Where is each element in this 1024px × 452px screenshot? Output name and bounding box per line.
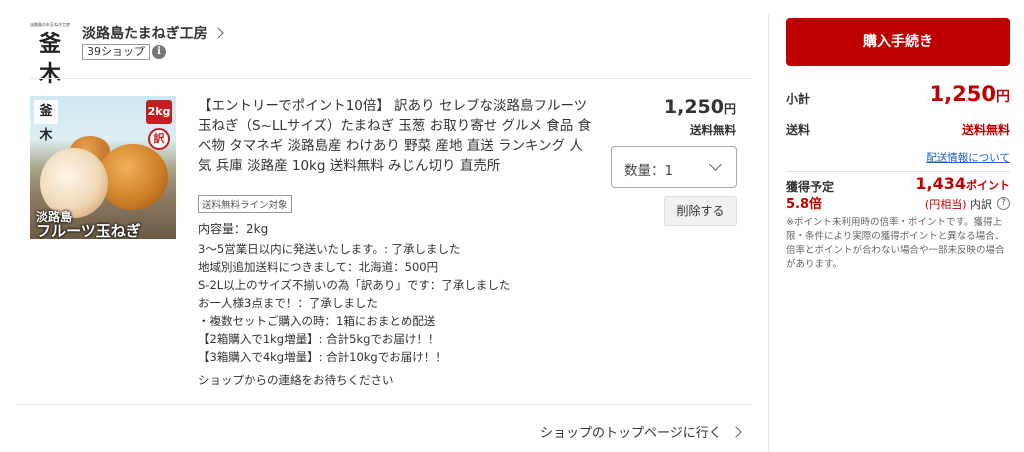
option-line: 地域別追加送料につきまして：北海道：500円 xyxy=(198,260,439,274)
quantity-select[interactable]: 数量：1 xyxy=(611,146,737,188)
option-line: 【3箱購入で4kg増量】: 合計10kgでお届け！！ xyxy=(198,350,447,364)
shop-name-link[interactable]: 淡路島たまねぎ工房 xyxy=(82,23,224,43)
shop-top-page-label: ショップのトップページに行く xyxy=(540,426,722,441)
image-caption-line2: フルーツ玉ねぎ xyxy=(36,222,141,239)
checkout-button[interactable]: 購入手続き xyxy=(786,18,1010,66)
shop-logo-small-text: 淡路島のお玉ねぎ工房 xyxy=(30,22,70,27)
product-title-link[interactable]: 【エントリーでポイント10倍】 訳あり セレブな淡路島フルーツ玉ねぎ（S~LLサ… xyxy=(198,96,592,176)
divider xyxy=(786,171,1010,172)
product-price: 1,250円 xyxy=(664,96,736,118)
delete-button[interactable]: 削除する xyxy=(664,196,737,226)
wake-badge: 訳 xyxy=(148,128,170,150)
points-amount: 1,434 xyxy=(915,174,966,193)
subtotal-unit: 円 xyxy=(996,89,1010,105)
shipping-info-link[interactable]: 配送情報について xyxy=(926,150,1010,165)
points-value: 1,434ポイント xyxy=(915,174,1010,193)
points-equivalent: (円相当) 内訳 xyxy=(925,196,992,212)
onion-graphic xyxy=(98,144,168,210)
shop-message: ショップからの連絡をお待ちください xyxy=(198,373,394,387)
price-unit: 円 xyxy=(723,102,736,116)
points-rate: 5.8倍 xyxy=(786,197,823,212)
product-options: 3〜5営業日以内に発送いたします。: 了承しました 地域別追加送料につきまして：… xyxy=(198,240,510,366)
panel-divider-vertical xyxy=(768,14,769,452)
points-equiv-prefix: (円相当) xyxy=(924,198,967,211)
subtotal-value: 1,250円 xyxy=(930,82,1010,106)
shipping-label: 送料 xyxy=(786,123,811,137)
shop-badge: 39ショップ xyxy=(82,44,150,60)
points-note: ※ポイント未利用時の倍率・ポイントです。獲得上限・条件により実際の獲得ポイントと… xyxy=(786,217,1005,270)
subtotal-amount: 1,250 xyxy=(929,82,996,106)
points-breakdown-link[interactable]: 内訳 xyxy=(970,198,992,211)
option-line: ・複数セットご購入の時：1箱におまとめ配送 xyxy=(198,314,436,328)
free-shipping-tag: 送料無料ライン対象 xyxy=(198,195,292,213)
divider xyxy=(30,78,752,79)
divider xyxy=(16,404,752,405)
points-unit: ポイント xyxy=(966,179,1010,192)
shop-name: 淡路島たまねぎ工房 xyxy=(82,26,208,42)
shop-logo[interactable]: 淡路島のお玉ねぎ工房 釜木 xyxy=(30,22,70,87)
option-line: 3〜5営業日以内に発送いたします。: 了承しました xyxy=(198,242,461,256)
chevron-right-icon xyxy=(730,425,742,438)
product-capacity: 内容量：2kg xyxy=(198,222,269,236)
subtotal-label: 小計 xyxy=(786,92,811,106)
quantity-label: 数量：1 xyxy=(624,163,674,179)
product-shipping: 送料無料 xyxy=(690,123,736,137)
price-value: 1,250 xyxy=(663,96,724,118)
chevron-down-icon xyxy=(709,158,722,171)
shop-top-page-link[interactable]: ショップのトップページに行く xyxy=(540,422,742,441)
help-icon[interactable]: ? xyxy=(997,197,1010,210)
weight-badge: 2kg xyxy=(146,100,172,124)
option-line: S-2L以上のサイズ不揃いの為「訳あり」です：了承しました xyxy=(198,278,511,292)
image-logo: 釜木 xyxy=(34,100,58,143)
shipping-value: 送料無料 xyxy=(961,123,1010,137)
chevron-right-icon xyxy=(211,27,224,39)
product-image[interactable]: 釜木 2kg 訳 淡路島 フルーツ玉ねぎ xyxy=(30,96,176,239)
option-line: 【2箱購入で1kg増量】: 合計5kgでお届け！！ xyxy=(198,332,440,346)
option-line: お一人様3点まで！：了承しました xyxy=(198,296,378,310)
info-icon[interactable]: i xyxy=(152,45,166,59)
shop-logo-mark: 釜木 xyxy=(38,31,61,87)
